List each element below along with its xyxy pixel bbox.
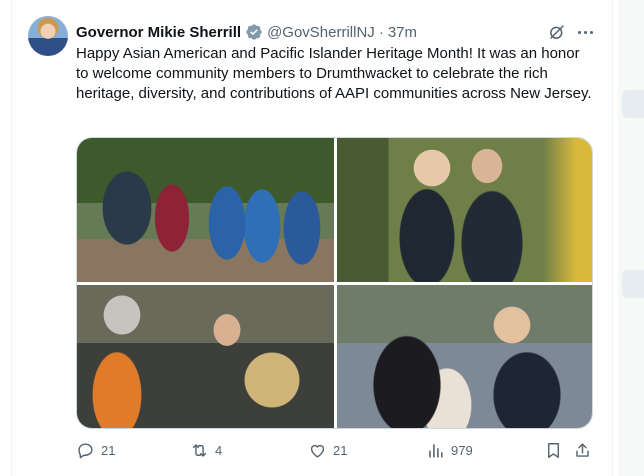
media-grid [76,137,593,429]
tweet[interactable]: Governor Mikie Sherrill @GovSherrillNJ ·… [12,0,612,476]
views-count: 979 [451,442,473,458]
repost-icon [192,443,207,457]
photo-2[interactable] [337,138,592,282]
photo-3[interactable] [77,285,334,428]
share-button[interactable] [573,440,592,460]
avatar[interactable] [28,16,68,56]
photo-4[interactable] [337,285,592,428]
share-icon [576,442,589,457]
like-count: 21 [333,442,348,458]
separator-dot: · [378,23,384,41]
bookmark-button[interactable] [544,440,563,460]
sidebar-card-edge [622,90,644,118]
like-button[interactable]: 21 [308,440,347,460]
repost-button[interactable]: 4 [190,440,222,460]
views-button[interactable]: 979 [426,440,473,460]
like-icon [310,444,325,458]
bookmark-icon [548,442,559,458]
repost-count: 4 [215,442,223,458]
views-icon [429,443,443,458]
author-handle[interactable]: @GovSherrillNJ [267,24,375,41]
photo-1[interactable] [77,138,334,282]
tweet-header: Governor Mikie Sherrill @GovSherrillNJ ·… [76,22,417,42]
tweet-text: Happy Asian American and Pacific Islande… [76,45,592,102]
grok-icon[interactable] [548,23,566,41]
timeline-right-border [612,0,613,476]
right-sidebar-edge [618,0,644,476]
reply-button[interactable]: 21 [76,440,115,460]
action-bar: 21 4 21 979 [76,440,596,460]
verified-badge-icon [246,24,262,40]
reply-count: 21 [101,442,116,458]
reply-icon [78,442,93,458]
author-name[interactable]: Governor Mikie Sherrill [76,24,241,41]
timestamp[interactable]: 37m [388,24,417,41]
sidebar-card-edge [622,270,644,298]
more-icon[interactable] [574,22,596,42]
